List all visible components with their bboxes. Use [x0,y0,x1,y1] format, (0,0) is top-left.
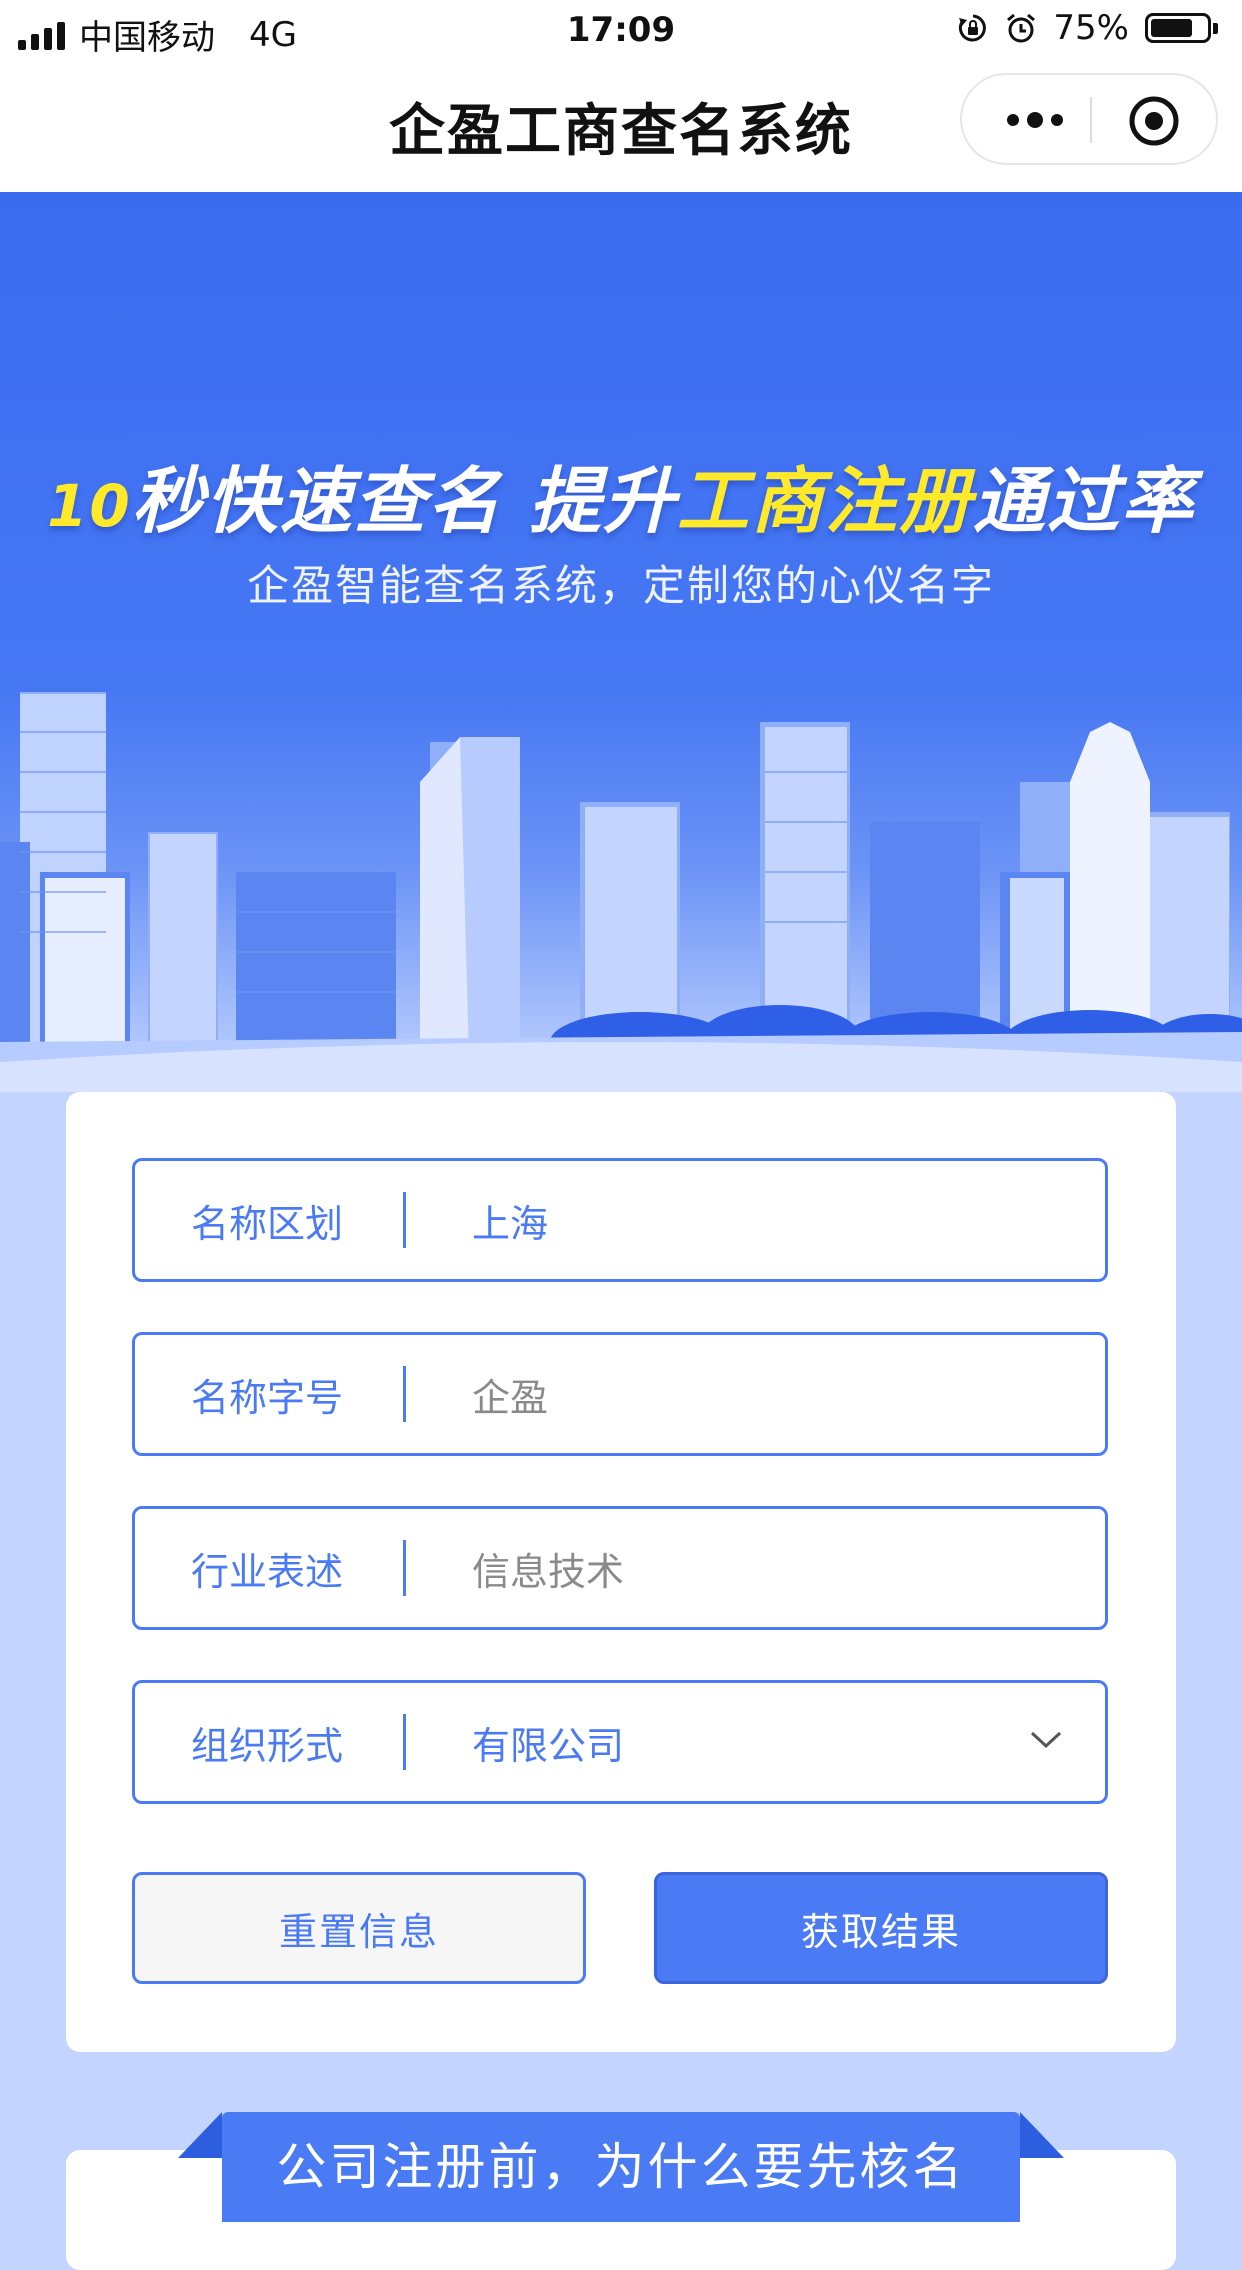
hero-banner: 10秒快速查名 提升工商注册通过率 企盈智能查名系统，定制您的心仪名字 [0,192,1242,1092]
organization-type-select[interactable]: 有限公司 [406,1715,1105,1770]
industry-input[interactable]: 信息技术 [406,1541,1105,1596]
battery-percent: 75% [1053,8,1129,48]
capsule-divider [1090,97,1092,143]
chevron-down-icon[interactable] [1029,1729,1063,1751]
section-ribbon-title: 公司注册前，为什么要先核名 [222,2112,1020,2222]
get-result-button[interactable]: 获取结果 [654,1872,1108,1984]
reset-button[interactable]: 重置信息 [132,1872,586,1984]
hero-headline: 10秒快速查名 提升工商注册通过率 [0,442,1242,547]
name-query-form: 名称区划 上海 名称字号 企盈 行业表述 信息技术 组织形式 有限公司 重置信息… [66,1092,1176,2052]
field-label: 名称区划 [191,1201,344,1246]
field-name-region[interactable]: 名称区划 上海 [132,1158,1108,1282]
field-label: 组织形式 [191,1723,344,1768]
field-organization-type[interactable]: 组织形式 有限公司 [132,1680,1108,1804]
field-label: 名称字号 [191,1375,344,1420]
headline-part-a: 秒快速查名 提升 [131,459,677,543]
target-icon[interactable] [1128,95,1180,147]
more-dots-icon[interactable] [1004,105,1066,135]
headline-highlight: 工商注册 [676,459,973,543]
field-industry[interactable]: 行业表述 信息技术 [132,1506,1108,1630]
nav-bar: 企盈工商查名系统 [0,62,1242,192]
status-bar: 中国移动 4G 17:09 75% [0,0,1242,62]
rotation-lock-icon [959,14,987,42]
battery-fill [1151,19,1192,37]
ribbon-wing-right [1020,2112,1064,2158]
battery-icon [1145,13,1218,43]
headline-number: 10 [47,472,132,540]
alarm-icon [1007,13,1036,43]
headline-part-b: 通过率 [972,459,1195,543]
miniprogram-capsule [960,73,1218,165]
region-input[interactable]: 上海 [406,1193,1105,1248]
city-skyline-illustration [0,692,1242,1092]
field-label: 行业表述 [191,1549,344,1594]
brand-name-input[interactable]: 企盈 [406,1367,1105,1422]
field-name-brand[interactable]: 名称字号 企盈 [132,1332,1108,1456]
status-right: 75% [957,8,1218,48]
ribbon-wing-left [178,2112,222,2158]
